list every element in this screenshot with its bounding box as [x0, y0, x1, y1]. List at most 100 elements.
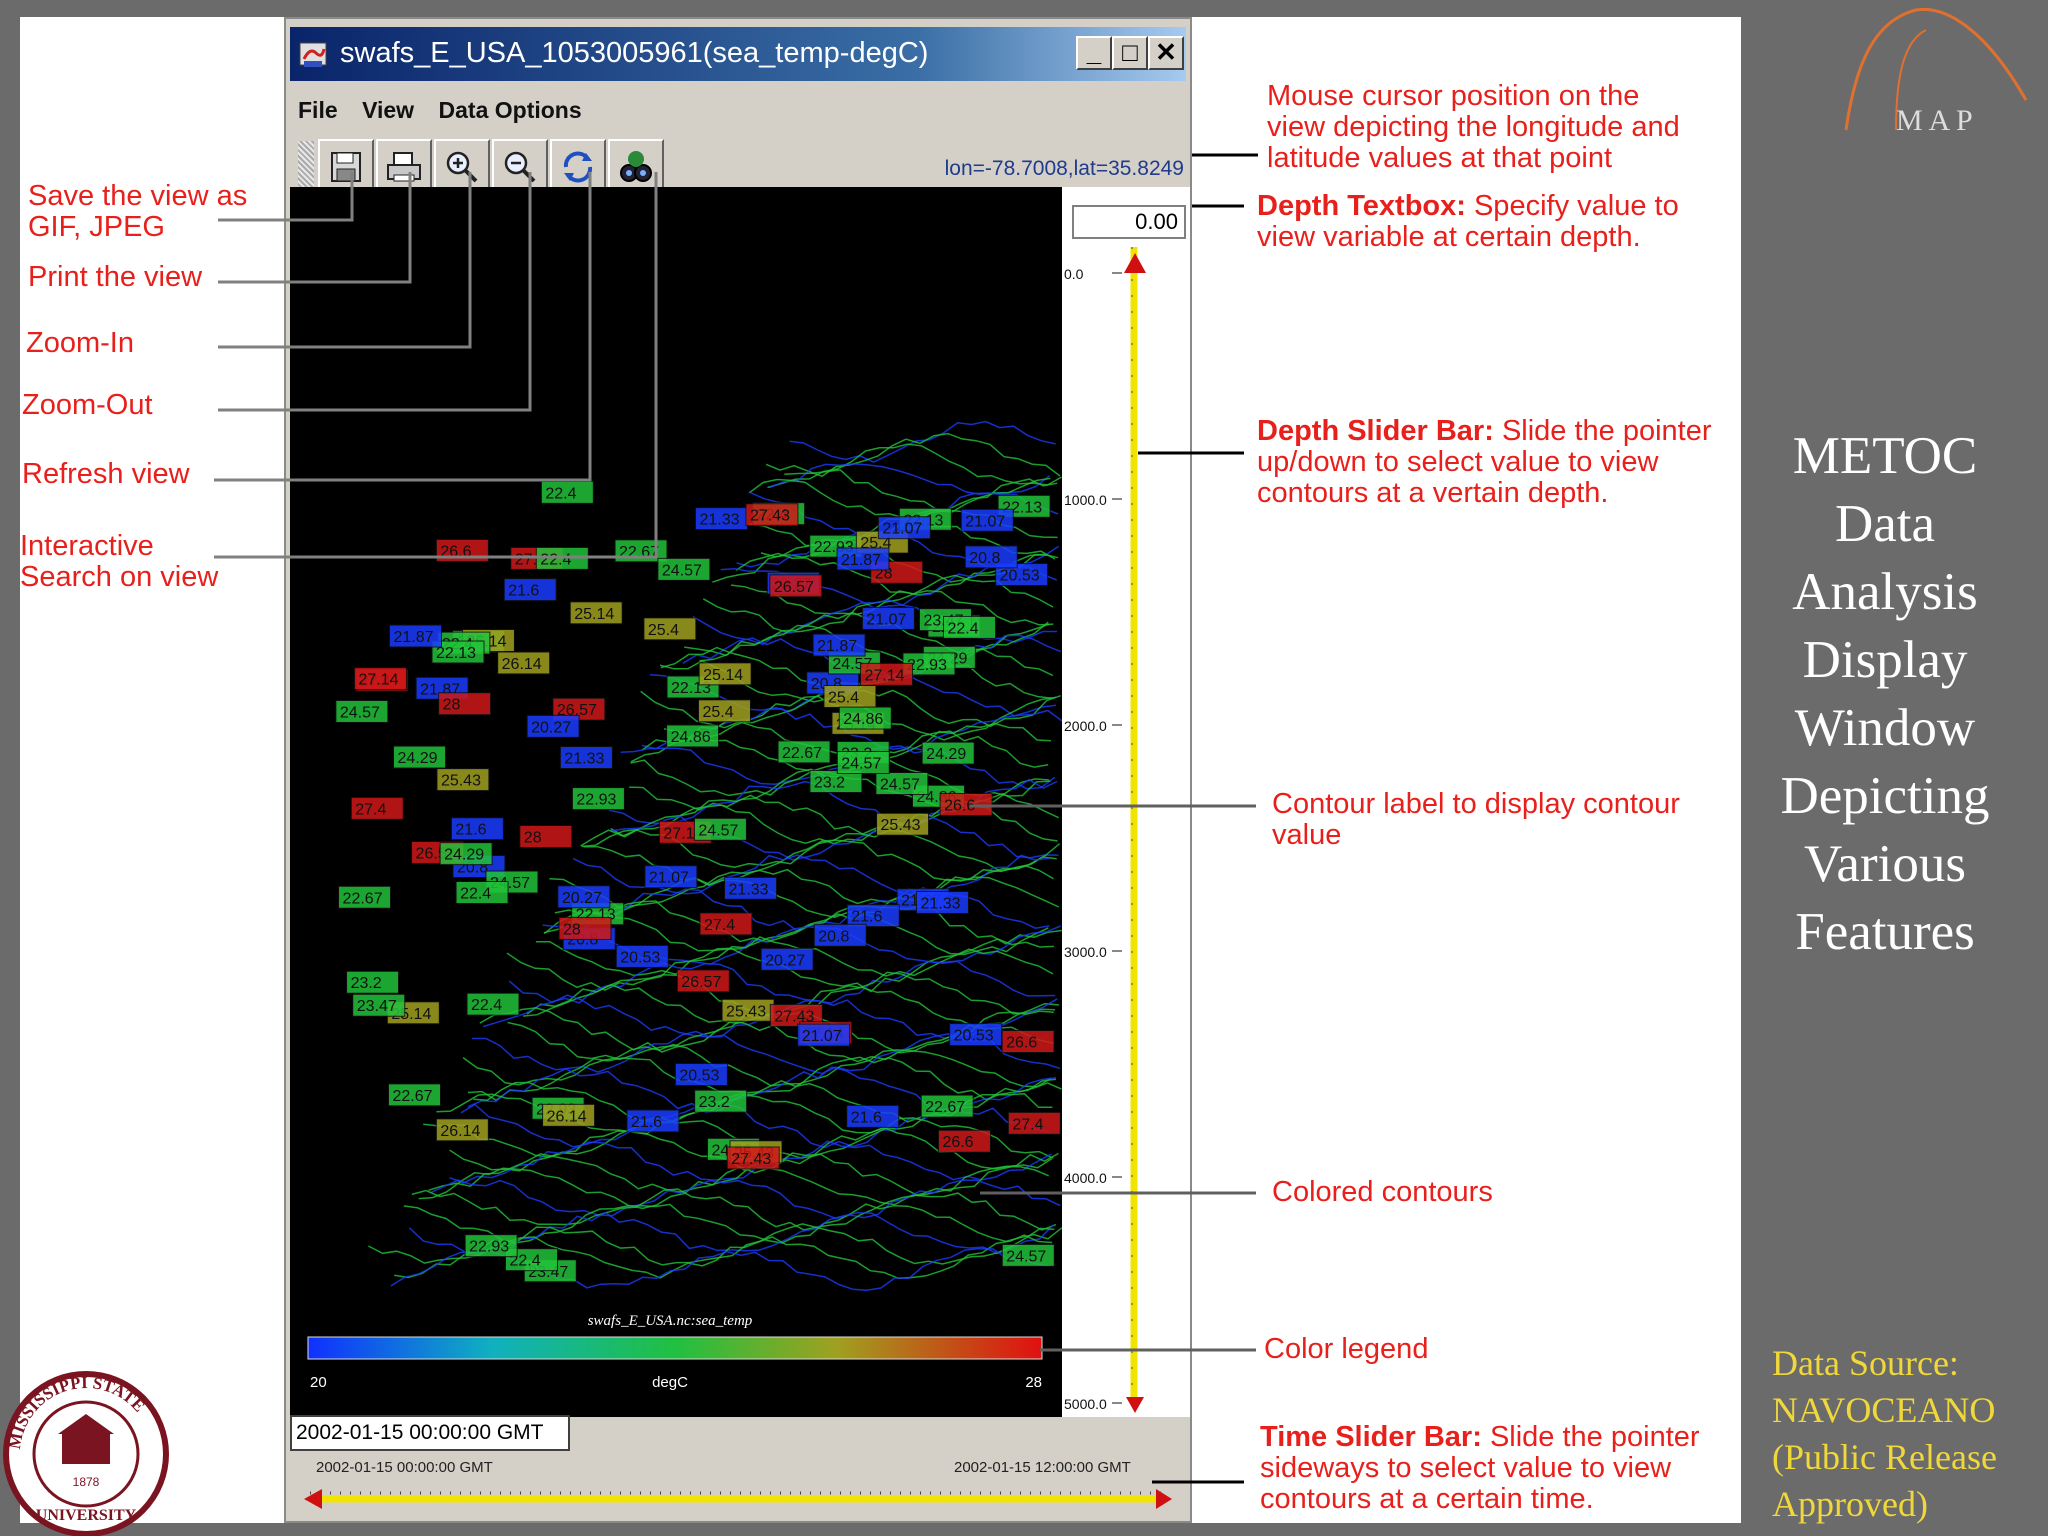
svg-text:20.27: 20.27 — [562, 890, 602, 907]
contour-label: 25.43 — [721, 998, 775, 1022]
svg-text:23.2: 23.2 — [351, 975, 382, 992]
depth-slider[interactable]: 0.0 1000.0 2000.0 3000.0 4000.0 5000.0 — [1062, 187, 1190, 1417]
svg-text:22.67: 22.67 — [392, 1088, 432, 1105]
title-bar[interactable]: swafs_E_USA_1053005961(sea_temp-degC) _ … — [290, 27, 1186, 81]
time-slider-pointer[interactable] — [304, 1489, 322, 1509]
contour-label: 23.47 — [352, 993, 406, 1017]
svg-text:24.57: 24.57 — [880, 777, 920, 794]
annotation-color-legend: Color legend — [1264, 1333, 1429, 1365]
time-textbox[interactable] — [290, 1415, 570, 1451]
svg-text:24.29: 24.29 — [444, 847, 484, 864]
contour-label: 28 — [519, 825, 573, 849]
contour-label: 22.67 — [920, 1094, 974, 1118]
svg-text:28: 28 — [563, 921, 581, 938]
svg-text:20.27: 20.27 — [531, 719, 571, 736]
annotation-depth-slider: Depth Slider Bar: Slide the pointer up/d… — [1257, 415, 1712, 509]
svg-text:26.57: 26.57 — [681, 974, 721, 991]
close-button[interactable]: ✕ — [1148, 36, 1184, 70]
contour-label: 27.4 — [699, 912, 753, 936]
contour-label: 26.14 — [435, 1118, 489, 1142]
svg-text:21.07: 21.07 — [866, 611, 906, 628]
svg-text:24.86: 24.86 — [843, 711, 883, 728]
contour-label: 28 — [558, 916, 612, 940]
svg-text:22.93: 22.93 — [576, 792, 616, 809]
contour-label: 26.14 — [497, 651, 551, 675]
svg-text:21.33: 21.33 — [729, 881, 769, 898]
contour-label: 24.57 — [657, 557, 711, 581]
svg-text:22.67: 22.67 — [343, 890, 383, 907]
svg-text:20.53: 20.53 — [954, 1028, 994, 1045]
maximize-button[interactable]: □ — [1112, 36, 1148, 70]
time-end-label: 2002-01-15 12:00:00 GMT — [954, 1459, 1131, 1476]
depth-slider-pointer[interactable] — [1124, 253, 1146, 273]
contour-label: 21.87 — [812, 633, 866, 657]
contour-label: 24.29 — [439, 842, 493, 866]
coordinates-readout: lon=-78.7008,lat=35.8249 — [944, 157, 1184, 180]
svg-text:26.14: 26.14 — [547, 1108, 587, 1125]
contour-label: 26.14 — [542, 1103, 596, 1127]
svg-text:22.4: 22.4 — [471, 997, 502, 1014]
svg-text:22.67: 22.67 — [925, 1099, 965, 1116]
annotation-print: Print the view — [28, 261, 203, 293]
contour-label: 27.43 — [745, 503, 799, 527]
time-slider-end-arrow — [1156, 1489, 1172, 1509]
svg-text:25.4: 25.4 — [828, 690, 859, 707]
svg-text:21.87: 21.87 — [817, 638, 857, 655]
menu-view[interactable]: View — [362, 97, 414, 124]
time-slider[interactable] — [300, 1483, 1176, 1513]
svg-text:20.53: 20.53 — [620, 949, 660, 966]
svg-text:24.57: 24.57 — [841, 755, 881, 772]
contour-label: 22.93 — [571, 787, 625, 811]
depth-slider-end-arrow — [1126, 1397, 1144, 1413]
svg-text:27.14: 27.14 — [358, 672, 398, 689]
depth-tick-label: 4000.0 — [1064, 1170, 1107, 1186]
contour-label: 21.33 — [695, 507, 749, 531]
svg-text:25.4: 25.4 — [702, 704, 733, 721]
svg-text:24.57: 24.57 — [662, 562, 702, 579]
svg-text:26.14: 26.14 — [502, 656, 542, 673]
map-canvas[interactable]: 20.8 22.13 22.4 21.87 22.93 21.6 21.07 22.67 20.… — [290, 187, 1062, 1417]
contour-label: 24.57 — [1001, 1243, 1055, 1267]
contour-label: 22.4 — [540, 480, 594, 504]
contour-label: 25.43 — [436, 768, 490, 792]
contour-label: 21.07 — [960, 508, 1014, 532]
contour-label: 21.6 — [846, 1104, 900, 1128]
contour-label: 24.86 — [666, 724, 720, 748]
contour-label: 27.4 — [1007, 1111, 1061, 1135]
contour-label: 20.53 — [949, 1023, 1003, 1047]
toolbar-grip[interactable] — [298, 141, 314, 191]
svg-text:UNIVERSITY: UNIVERSITY — [36, 1507, 137, 1524]
contour-label: 21.33 — [559, 746, 613, 770]
contour-label: 22.4 — [535, 546, 589, 570]
map-logo: M A P — [1844, 7, 2028, 137]
minimize-button[interactable]: _ — [1076, 36, 1112, 70]
contour-label: 24.57 — [335, 699, 389, 723]
depth-textbox[interactable] — [1072, 205, 1186, 239]
contour-label: 21.07 — [797, 1023, 851, 1047]
svg-text:21.33: 21.33 — [920, 895, 960, 912]
svg-text:20.8: 20.8 — [969, 550, 1000, 567]
map-logo-text: M A P — [1896, 104, 1973, 137]
menu-file[interactable]: File — [298, 97, 338, 124]
contour-label: 22.4 — [455, 881, 509, 905]
contour-label: 21.07 — [877, 516, 931, 540]
legend-max-label: 28 — [1025, 1374, 1042, 1391]
svg-text:26.14: 26.14 — [440, 1123, 480, 1140]
contour-label: 25.4 — [697, 699, 751, 723]
legend-unit-label: degC — [652, 1374, 688, 1391]
svg-text:26.6: 26.6 — [942, 1134, 973, 1151]
printer-icon — [387, 152, 421, 182]
annotation-search: Interactive Search on view — [20, 530, 219, 593]
contour-label: 25.4 — [823, 685, 877, 709]
svg-text:28: 28 — [524, 830, 542, 847]
svg-text:21.33: 21.33 — [700, 512, 740, 529]
contour-label: 21.87 — [388, 624, 442, 648]
svg-text:25.43: 25.43 — [881, 817, 921, 834]
svg-text:24.57: 24.57 — [340, 704, 380, 721]
contour-label: 22.67 — [777, 740, 831, 764]
binoculars-icon — [620, 151, 652, 182]
contour-label: 22.67 — [387, 1083, 441, 1107]
contour-label: 21.6 — [450, 817, 504, 841]
menu-data-options[interactable]: Data Options — [439, 97, 582, 124]
svg-text:23.2: 23.2 — [814, 775, 845, 792]
